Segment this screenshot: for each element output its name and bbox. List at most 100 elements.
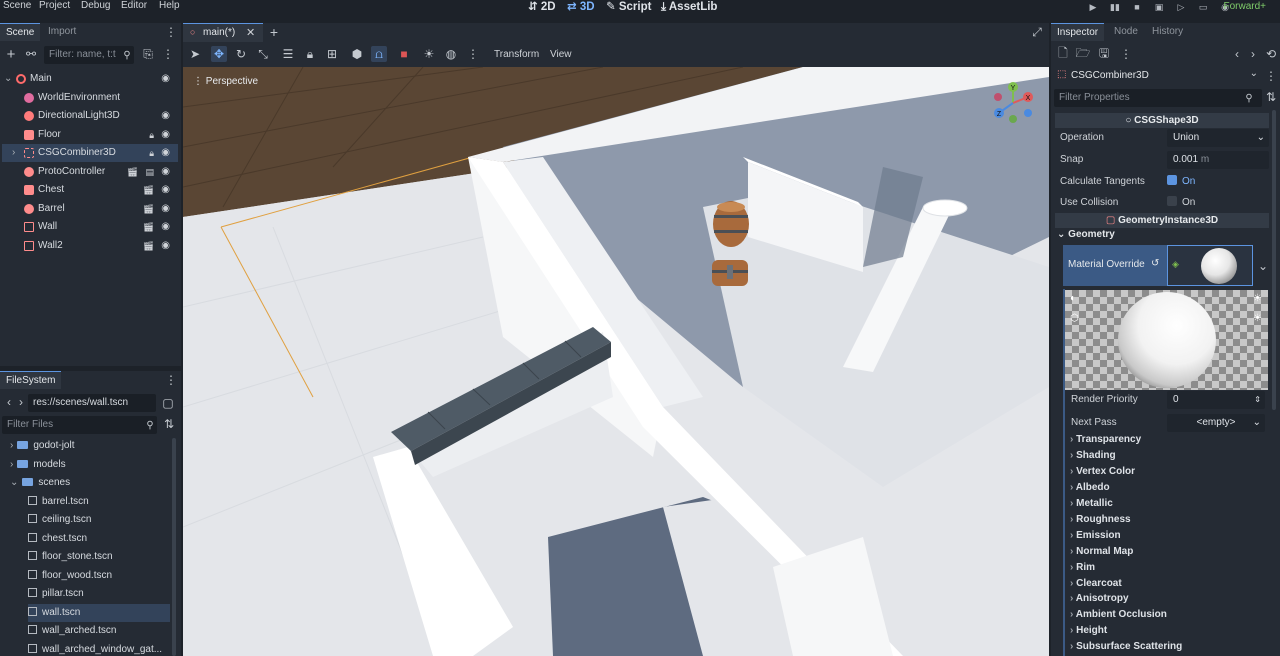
render-priority-spinbox[interactable]: 0 ⇕ [1167,391,1265,409]
chevron-right-icon[interactable]: › [10,459,13,470]
distraction-free-icon[interactable]: ⤢ [1029,24,1045,40]
back-icon[interactable]: ‹ [1229,46,1245,62]
link-icon[interactable]: ⚯ [23,46,39,62]
scrollbar[interactable] [172,438,176,656]
dock-menu-icon[interactable]: ⋮ [163,24,179,40]
workspace-script-button[interactable]: ✎ Script [606,0,651,14]
tab-filesystem[interactable]: FileSystem [0,371,62,389]
sun-icon[interactable]: ☀ [421,46,437,62]
menu-help[interactable]: Help [159,0,180,12]
new-resource-icon[interactable]: 🗋︎ [1055,46,1071,62]
local-space-icon[interactable]: ⬢ [349,46,365,62]
list-item[interactable]: barrel.tscn [28,493,170,511]
save-icon[interactable]: 🖫︎ [1096,46,1112,62]
visibility-eye-icon[interactable]: ◉ [161,126,170,144]
next-pass-select[interactable]: <empty> ⌄ [1167,414,1265,432]
tab-history[interactable]: History [1146,23,1189,41]
tab-scene[interactable]: Scene [0,23,41,41]
tree-item-floor[interactable]: Floor 🔒︎ ◉ [2,126,178,144]
list-item[interactable]: floor_wood.tscn [28,567,170,585]
box-preview-icon[interactable]: ⬡ [1070,313,1079,324]
section-geometryinstance3d[interactable]: ▢ GeometryInstance3D [1055,213,1269,228]
lock-icon[interactable]: 🔒︎ [149,144,154,162]
list-item[interactable]: pillar.tscn [28,585,170,603]
group-geometry[interactable]: ⌄ Geometry [1057,229,1115,240]
move-tool-icon[interactable]: ✥ [211,46,227,62]
list-item[interactable]: › models [10,456,170,474]
tree-item-chest[interactable]: Chest 🎬︎ ◉ [2,181,178,199]
play-scene-icon[interactable]: ▷ [1170,0,1192,14]
visibility-eye-icon[interactable]: ◉ [161,237,170,255]
group-ambient-occlusion[interactable]: › Ambient Occlusion [1070,609,1167,620]
toggle-split-icon[interactable]: ▢ [160,395,176,411]
section-csgshape3d[interactable]: ○ CSGShape3D [1055,113,1269,128]
chevron-right-icon[interactable]: › [10,440,13,451]
open-scene-icon[interactable]: 🎬︎ [143,218,154,236]
menu-debug[interactable]: Debug [81,0,110,12]
select-tool-icon[interactable]: ➤ [187,46,203,62]
visibility-eye-icon[interactable]: ◉ [161,144,170,162]
scene-menu-icon[interactable]: ⋮ [160,46,176,62]
remote-debug-icon[interactable]: ▣ [1148,0,1170,14]
group-subsurface-scattering[interactable]: › Subsurface Scattering [1070,641,1182,652]
scale-tool-icon[interactable]: ⤡ [255,46,271,62]
renderer-select[interactable]: Forward+ [1223,0,1266,14]
property-options-icon[interactable]: ⇅ [1263,89,1279,105]
history-icon[interactable]: ⟲ [1263,46,1279,62]
object-menu-icon[interactable]: ⋮ [1263,68,1279,84]
tree-item-main[interactable]: ⌄ Main ◉ [2,70,178,88]
list-item[interactable]: wall_arched_window_gat... [28,641,170,656]
group-emission[interactable]: › Emission [1070,530,1121,541]
tab-inspector[interactable]: Inspector [1051,23,1105,41]
tree-item-protocontroller[interactable]: ProtoController 🎬︎ ▤ ◉ [2,163,178,181]
extra-options-icon[interactable]: ⋮ [1118,46,1134,62]
more-options-icon[interactable]: ⋮ [465,46,481,62]
group-metallic[interactable]: › Metallic [1070,498,1113,509]
open-scene-icon[interactable]: 🎬︎ [143,200,154,218]
group-shading[interactable]: › Shading [1070,450,1116,461]
tab-node[interactable]: Node [1108,23,1144,41]
visibility-eye-icon[interactable]: ◉ [161,163,170,181]
group-albedo[interactable]: › Albedo [1070,482,1110,493]
tree-item-csgcombiner3d[interactable]: › CSGCombiner3D 🔒︎ ◉ [2,144,178,162]
attach-script-icon[interactable]: ⎘ [140,46,156,62]
group-normal-map[interactable]: › Normal Map [1070,546,1133,557]
list-select-icon[interactable]: ☰ [280,46,296,62]
visibility-eye-icon[interactable]: ◉ [161,200,170,218]
list-item[interactable]: wall.tscn [28,604,170,622]
light1-icon[interactable]: ☀ [1253,293,1262,304]
open-folder-icon[interactable]: 🗁︎ [1075,46,1091,62]
group-clearcoat[interactable]: › Clearcoat [1070,578,1122,589]
add-node-button[interactable]: + [3,46,19,63]
list-item[interactable]: › godot-jolt [10,437,170,455]
transform-menu[interactable]: Transform [494,49,539,60]
filesystem-filter-input[interactable]: Filter Files [2,416,157,434]
chevron-down-icon[interactable]: ⌄ [1255,258,1271,274]
chevron-down-icon[interactable]: ⌄ [4,70,12,88]
menu-editor[interactable]: Editor [121,0,147,12]
close-icon[interactable]: ✕ [246,26,255,39]
group-rim[interactable]: › Rim [1070,562,1095,573]
open-scene-icon[interactable]: 🎬︎ [143,181,154,199]
visibility-eye-icon[interactable]: ◉ [161,70,170,88]
workspace-3d-button[interactable]: ⇄ 3D [567,0,595,14]
lock-icon[interactable]: 🔒︎ [302,46,318,62]
visibility-eye-icon[interactable]: ◉ [161,107,170,125]
workspace-2d-button[interactable]: ⇵ 2D [528,0,556,14]
tangents-checkbox[interactable]: On [1167,172,1195,192]
camera-preview-icon[interactable]: ■ [396,46,412,62]
open-scene-icon[interactable]: 🎬︎ [127,163,138,181]
menu-project[interactable]: Project [39,0,70,12]
group-vertex-color[interactable]: › Vertex Color [1070,466,1135,477]
chevron-down-icon[interactable]: ⌄ [1250,68,1258,79]
object-selector[interactable]: ⬚ CSGCombiner3D ⌄ [1055,68,1260,84]
tree-item-worldenvironment[interactable]: WorldEnvironment [2,89,178,107]
tab-import[interactable]: Import [42,23,82,41]
play-custom-icon[interactable]: ▭ [1192,0,1214,14]
visibility-eye-icon[interactable]: ◉ [161,181,170,199]
tree-item-wall[interactable]: Wall 🎬︎ ◉ [2,218,178,236]
view-gizmo[interactable]: Y X Z [991,81,1035,125]
path-field[interactable]: res://scenes/wall.tscn [28,394,156,412]
snap-field[interactable]: 0.001 m [1167,151,1269,169]
group-height[interactable]: › Height [1070,625,1107,636]
